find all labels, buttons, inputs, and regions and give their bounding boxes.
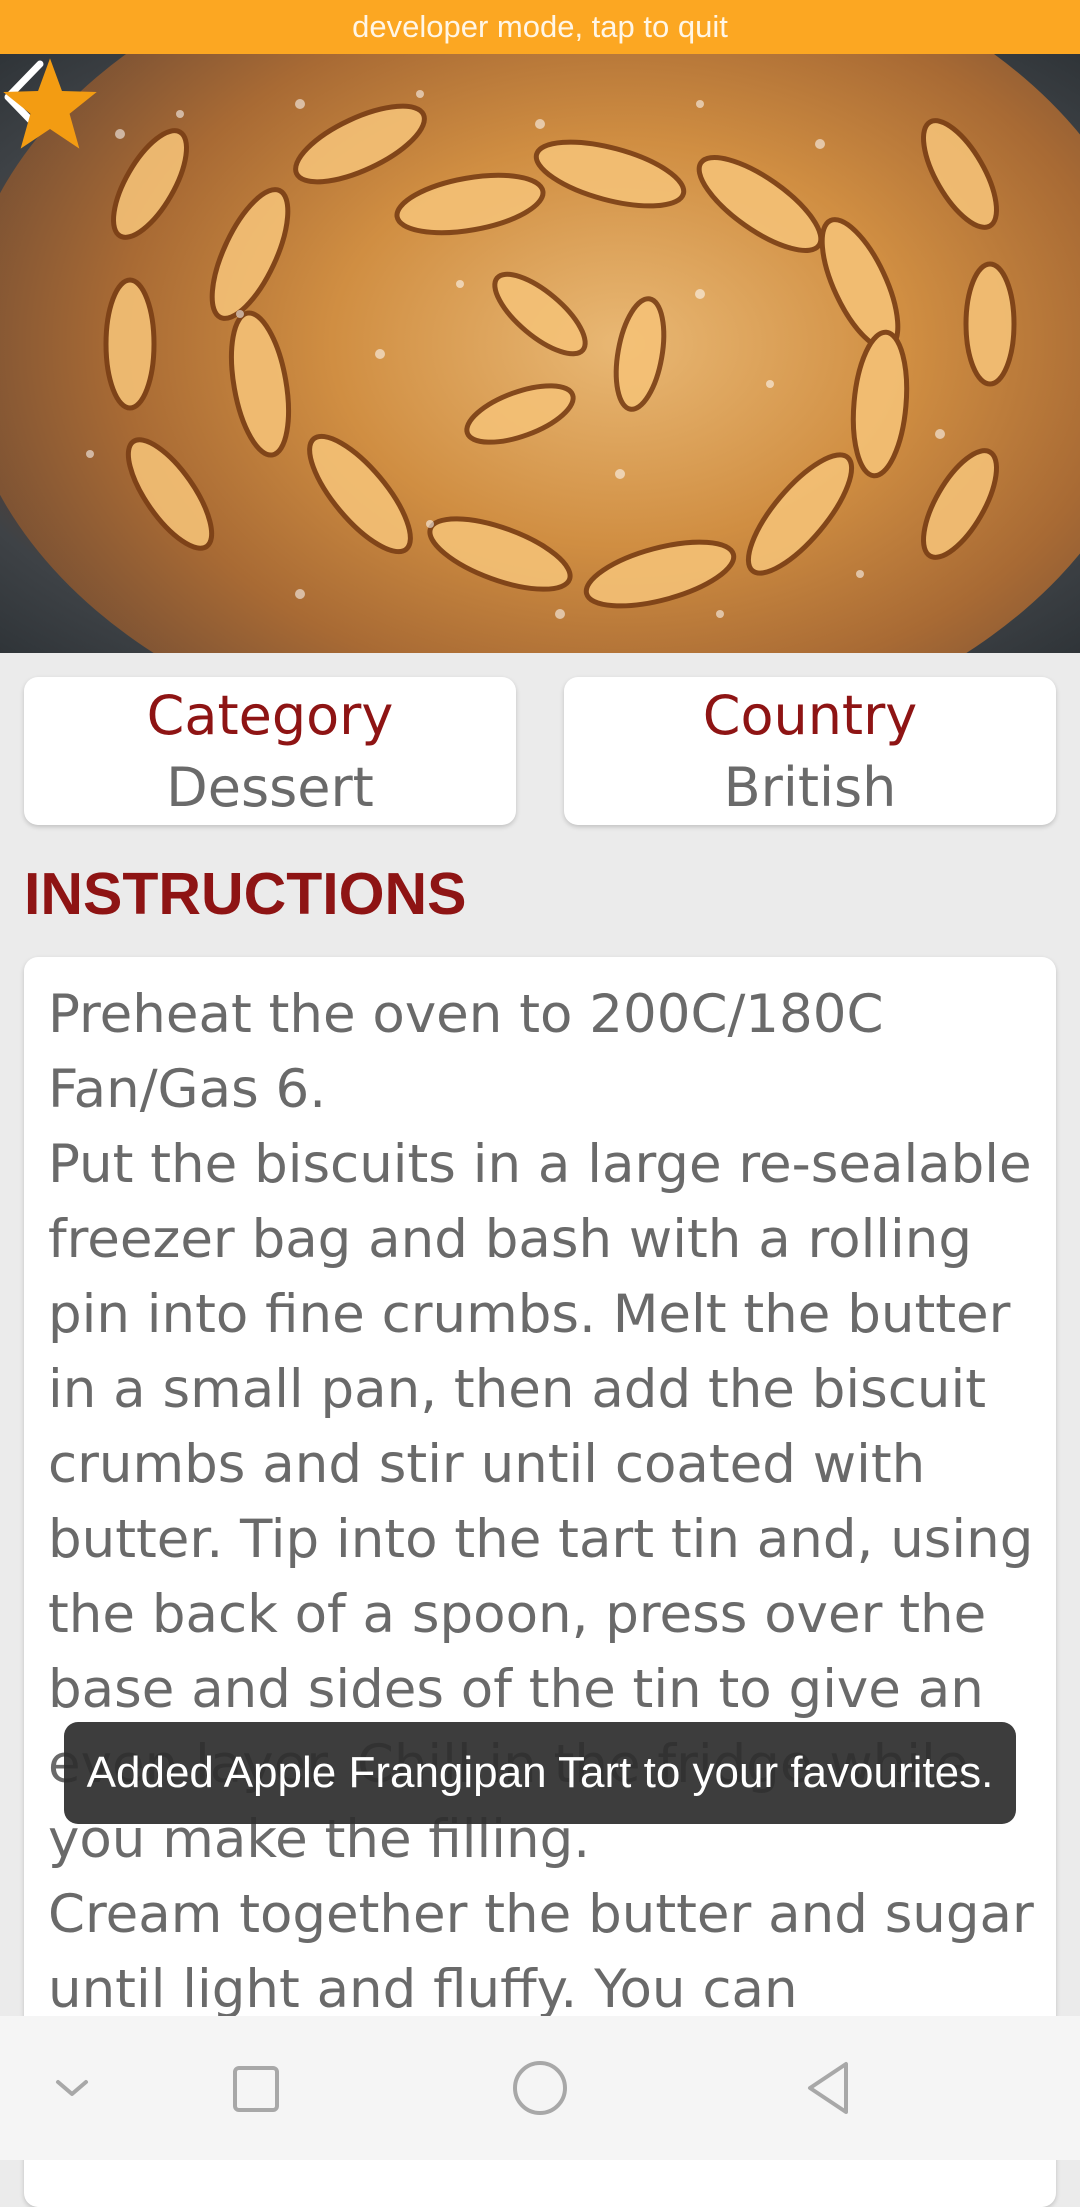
instructions-text: Preheat the oven to 200C/180C Fan/Gas 6.… xyxy=(48,984,1034,2020)
category-label: Category xyxy=(146,684,394,747)
instructions-title: INSTRUCTIONS xyxy=(24,861,467,927)
favourite-toast: Added Apple Frangipan Tart to your favou… xyxy=(64,1722,1016,1824)
country-card: Country British xyxy=(564,677,1056,825)
system-navigation-bar xyxy=(0,2016,1080,2160)
circle-icon[interactable] xyxy=(500,2048,580,2128)
category-card: Category Dessert xyxy=(24,677,516,825)
country-value: British xyxy=(723,756,897,819)
star-icon xyxy=(3,58,97,149)
chevron-down-icon[interactable] xyxy=(32,2048,112,2128)
developer-mode-banner[interactable]: developer mode, tap to quit xyxy=(0,0,1080,54)
tart-illustration xyxy=(0,54,1080,653)
square-icon[interactable] xyxy=(215,2048,295,2128)
triangle-back-icon[interactable] xyxy=(790,2048,870,2128)
category-value: Dessert xyxy=(166,756,374,819)
country-label: Country xyxy=(702,684,918,747)
recipe-image xyxy=(0,54,1080,653)
favourite-button[interactable] xyxy=(0,54,100,154)
